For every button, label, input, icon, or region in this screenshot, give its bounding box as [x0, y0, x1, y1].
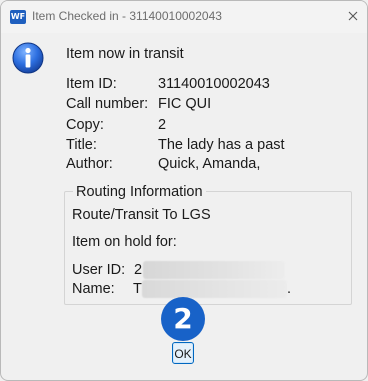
- close-button[interactable]: [339, 1, 367, 31]
- app-icon: WF: [10, 10, 26, 24]
- headline: Item now in transit: [66, 46, 184, 62]
- copy-label: Copy:: [66, 117, 104, 133]
- redacted-user-id: [143, 261, 285, 279]
- name-trailing: .: [287, 281, 292, 297]
- redacted-name: [142, 280, 287, 298]
- step-badge: 2: [161, 297, 205, 341]
- info-icon: [12, 42, 44, 74]
- author-value: Quick, Amanda,: [158, 156, 261, 172]
- hold-text: Item on hold for:: [72, 234, 177, 250]
- name-value: T: [133, 281, 142, 297]
- item-id-label: Item ID:: [66, 76, 117, 92]
- title-value: The lady has a past: [158, 137, 285, 153]
- item-id-value: 31140010002043: [158, 76, 270, 92]
- routing-group-title: Routing Information: [73, 184, 206, 200]
- dialog-window: WF Item Checked in - 31140010002043 Item…: [0, 0, 368, 381]
- close-icon: [348, 11, 358, 21]
- name-label: Name:: [72, 281, 115, 297]
- title-bar: WF Item Checked in - 31140010002043: [1, 1, 367, 33]
- call-number-label: Call number:: [66, 96, 149, 112]
- window-title: Item Checked in - 31140010002043: [32, 9, 222, 23]
- copy-value: 2: [158, 117, 167, 133]
- user-id-value: 2: [134, 262, 143, 278]
- ok-button[interactable]: OK: [172, 342, 194, 364]
- user-id-label: User ID:: [72, 262, 126, 278]
- author-label: Author:: [66, 156, 113, 172]
- title-label: Title:: [66, 137, 97, 153]
- call-number-value: FIC QUI: [158, 96, 212, 112]
- route-text: Route/Transit To LGS: [72, 207, 211, 223]
